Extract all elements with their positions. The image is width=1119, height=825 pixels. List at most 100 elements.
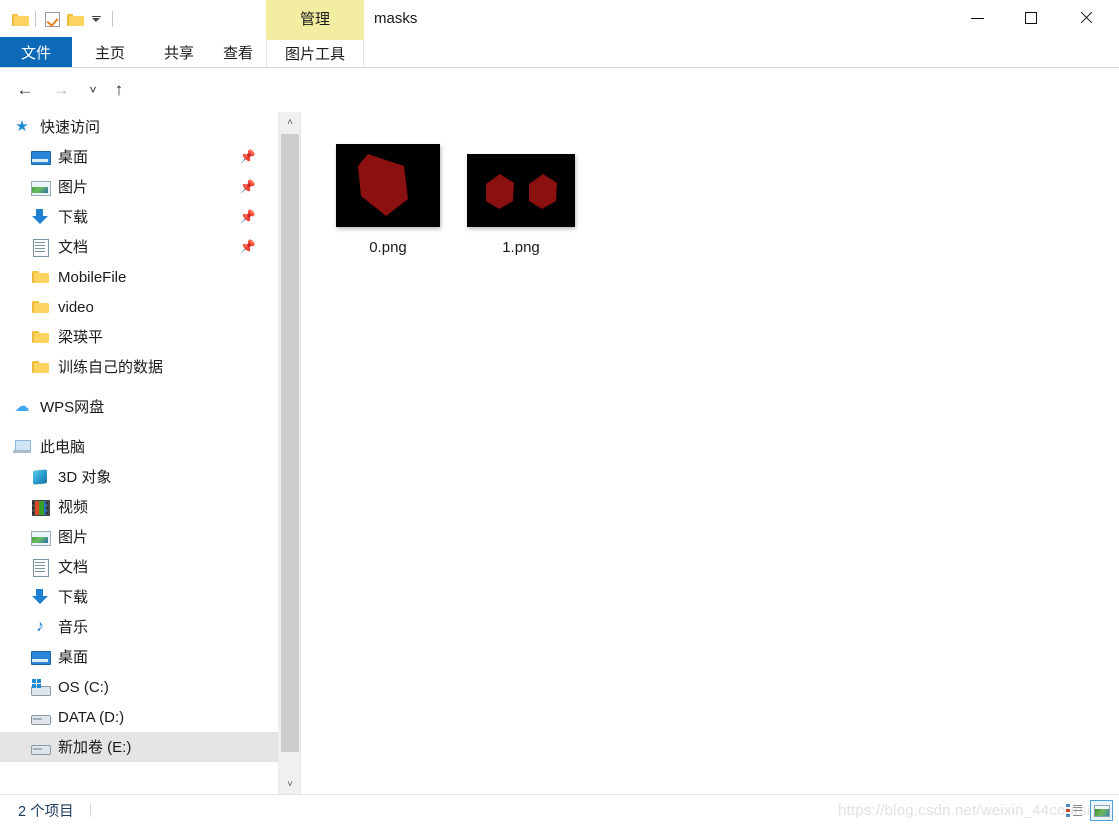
sidebar-item-downloads[interactable]: 下载 📌 xyxy=(0,202,278,232)
file-name-label: 0.png xyxy=(369,239,407,256)
desktop-icon xyxy=(30,148,51,166)
sidebar-item-new-volume-e[interactable]: 新加卷 (E:) xyxy=(0,732,278,762)
sidebar-item-label: MobileFile xyxy=(58,268,127,286)
sidebar-item-3d-objects[interactable]: 3D 对象 xyxy=(0,462,278,492)
tab-file[interactable]: 文件 xyxy=(0,37,72,67)
sidebar-group-this-pc[interactable]: 此电脑 xyxy=(0,432,278,462)
file-item-0[interactable]: 0.png xyxy=(313,144,463,256)
sidebar-item-desktop[interactable]: 桌面 📌 xyxy=(0,142,278,172)
file-thumbnail[interactable] xyxy=(336,144,440,227)
sidebar-item-desktop-pc[interactable]: 桌面 xyxy=(0,642,278,672)
sidebar-group-label: 快速访问 xyxy=(40,118,101,136)
desktop-icon xyxy=(30,648,51,666)
drive-icon xyxy=(30,738,51,756)
maximize-button[interactable] xyxy=(1008,0,1054,36)
address-bar: ← → ˅ ↑ « 代码 › 语义分割 › 训练自己的数据 › Data › t… xyxy=(0,68,1119,171)
file-thumbnail[interactable] xyxy=(467,154,575,227)
file-list-view[interactable]: 0.png 1.png xyxy=(301,112,1119,794)
sidebar-item-label: 视频 xyxy=(58,498,89,516)
title-bar: 管理 masks xyxy=(0,0,1119,38)
documents-icon xyxy=(30,558,50,577)
minimize-button[interactable] xyxy=(954,0,1000,36)
star-pin-icon: ★ xyxy=(15,118,29,135)
sidebar-group-wps-cloud[interactable]: ☁ WPS网盘 xyxy=(0,392,278,422)
large-icons-view-icon[interactable] xyxy=(1090,800,1113,821)
quick-access-toolbar xyxy=(8,8,118,30)
os-drive-icon xyxy=(30,678,51,696)
sidebar-item-label: 训练自己的数据 xyxy=(58,358,164,376)
folder-icon xyxy=(30,268,50,286)
sidebar-item-downloads-pc[interactable]: 下载 xyxy=(0,582,278,612)
navigation-pane: ★ 快速访问 桌面 📌 图片 📌 下载 📌 文档 📌 MobileFile vi… xyxy=(0,112,278,794)
close-button[interactable] xyxy=(1063,0,1109,36)
scroll-up-icon[interactable]: ˄ xyxy=(279,112,301,132)
sidebar-item-liangyingping[interactable]: 梁瑛平 xyxy=(0,322,278,352)
ribbon-tab-strip: 文件 主页 共享 查看 图片工具 ? xyxy=(0,37,1119,98)
file-name-label: 1.png xyxy=(502,239,540,256)
tab-picture-tools[interactable]: 图片工具 xyxy=(266,37,364,67)
sidebar-scrollbar[interactable]: ˄ ˅ xyxy=(278,112,300,794)
sidebar-item-label: DATA (D:) xyxy=(58,708,125,726)
sidebar-item-documents-pc[interactable]: 文档 xyxy=(0,552,278,582)
sidebar-item-label: 3D 对象 xyxy=(58,468,112,486)
sidebar-item-label: 图片 xyxy=(58,178,89,196)
explorer-body: ★ 快速访问 桌面 📌 图片 📌 下载 📌 文档 📌 MobileFile vi… xyxy=(0,112,1119,794)
downloads-icon xyxy=(30,588,50,606)
pin-icon[interactable]: 📌 xyxy=(240,179,256,195)
3d-objects-icon xyxy=(30,468,50,486)
sidebar-group-label: WPS网盘 xyxy=(40,398,105,416)
drive-icon xyxy=(30,708,51,726)
sidebar-item-videos[interactable]: 视频 xyxy=(0,492,278,522)
toolbar-divider xyxy=(35,11,36,27)
this-pc-icon xyxy=(12,438,32,456)
pin-icon[interactable]: 📌 xyxy=(240,239,256,255)
sidebar-group-label: 此电脑 xyxy=(40,438,86,456)
sidebar-item-label: 下载 xyxy=(58,588,89,606)
sidebar-group-quick-access[interactable]: ★ 快速访问 xyxy=(0,112,278,142)
sidebar-item-documents[interactable]: 文档 📌 xyxy=(0,232,278,262)
properties-icon[interactable] xyxy=(41,8,63,30)
sidebar-item-label: OS (C:) xyxy=(58,678,109,696)
back-button[interactable]: ← xyxy=(12,78,38,102)
tab-share[interactable]: 共享 xyxy=(148,37,210,67)
mask-image-1 xyxy=(467,154,575,222)
cloud-icon: ☁ xyxy=(14,398,30,415)
sidebar-item-label: 音乐 xyxy=(58,618,89,636)
customize-dropdown-icon[interactable] xyxy=(85,8,107,30)
tab-home[interactable]: 主页 xyxy=(72,37,148,67)
window-title: masks xyxy=(374,10,418,27)
recent-locations-button[interactable]: ˅ xyxy=(82,78,104,102)
file-item-1[interactable]: 1.png xyxy=(446,144,596,256)
tab-view[interactable]: 查看 xyxy=(210,37,266,67)
sidebar-item-music[interactable]: ♪ 音乐 xyxy=(0,612,278,642)
status-divider xyxy=(90,803,91,817)
pin-icon[interactable]: 📌 xyxy=(240,149,256,165)
toolbar-divider-2 xyxy=(112,11,113,27)
pin-icon[interactable]: 📌 xyxy=(240,209,256,225)
sidebar-item-pictures-pc[interactable]: 图片 xyxy=(0,522,278,552)
sidebar-item-label: 桌面 xyxy=(58,148,89,166)
folder-icon-2[interactable] xyxy=(63,8,85,30)
pictures-icon xyxy=(30,528,51,546)
sidebar-item-label: 下载 xyxy=(58,208,89,226)
folder-icon xyxy=(30,328,50,346)
documents-icon xyxy=(30,238,50,257)
sidebar-item-pictures[interactable]: 图片 📌 xyxy=(0,172,278,202)
contextual-tab-group-header: 管理 xyxy=(266,0,364,37)
sidebar-item-label: 文档 xyxy=(58,238,89,256)
scroll-down-icon[interactable]: ˅ xyxy=(279,774,301,794)
sidebar-item-label: 新加卷 (E:) xyxy=(58,738,132,756)
sidebar-item-label: 梁瑛平 xyxy=(58,328,104,346)
sidebar-item-mobilefile[interactable]: MobileFile xyxy=(0,262,278,292)
sidebar-item-video[interactable]: video xyxy=(0,292,278,322)
details-view-icon[interactable] xyxy=(1062,800,1085,821)
up-button[interactable]: ↑ xyxy=(106,78,132,102)
forward-button[interactable]: → xyxy=(48,78,74,102)
scrollbar-thumb[interactable] xyxy=(281,134,299,752)
sidebar-item-data-drive[interactable]: DATA (D:) xyxy=(0,702,278,732)
sidebar-item-training-data[interactable]: 训练自己的数据 xyxy=(0,352,278,382)
folder-icon[interactable] xyxy=(8,8,30,30)
status-bar: 2 个项目 https://blog.csdn.net/weixin_44cou… xyxy=(0,794,1119,824)
music-icon: ♪ xyxy=(36,618,44,635)
sidebar-item-os-drive[interactable]: OS (C:) xyxy=(0,672,278,702)
